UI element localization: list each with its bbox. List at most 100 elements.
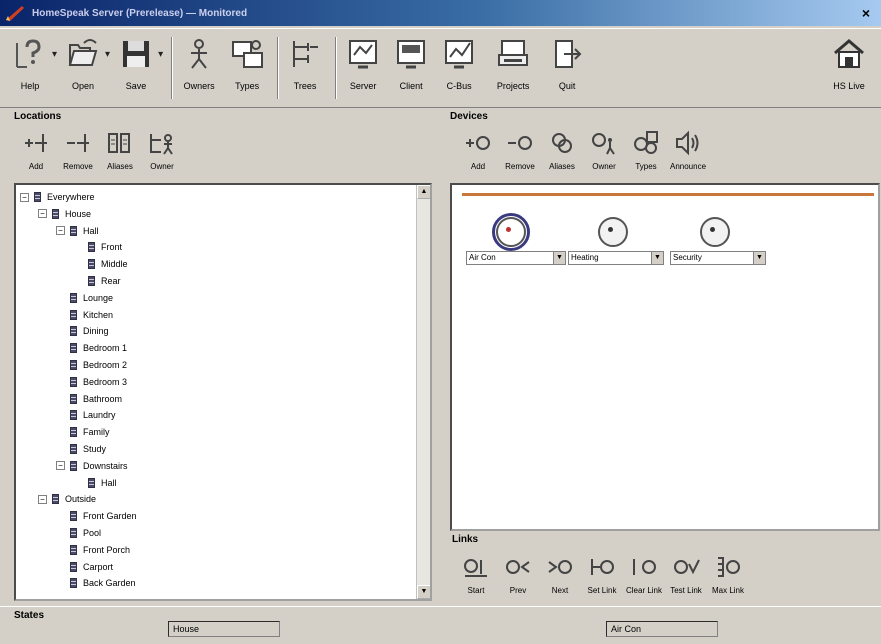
tree-node-label: Dining bbox=[83, 326, 109, 337]
tree-node-label: Everywhere bbox=[47, 192, 95, 202]
tree-node[interactable]: Back Garden bbox=[56, 575, 136, 591]
tree-node[interactable]: − Downstairs bbox=[56, 458, 128, 474]
max-link-button[interactable]: Max Link bbox=[708, 552, 748, 595]
help-button[interactable]: Help bbox=[8, 37, 52, 91]
devices-canvas[interactable]: Air Con ▼ Heating ▼ Security ▼ bbox=[450, 183, 880, 531]
tree-node[interactable]: Front bbox=[74, 239, 122, 255]
max-link-icon bbox=[718, 557, 740, 577]
types-icon bbox=[232, 40, 264, 68]
scroll-up-button[interactable]: ▲ bbox=[417, 185, 430, 199]
chevron-down-icon[interactable]: ▼ bbox=[553, 252, 565, 264]
aircon-knob-icon[interactable] bbox=[492, 213, 530, 251]
chevron-down-icon[interactable]: ▼ bbox=[753, 252, 765, 264]
tree-node[interactable]: Front Porch bbox=[56, 542, 130, 558]
help-label: Help bbox=[20, 81, 40, 91]
add-device-button[interactable]: Add bbox=[458, 128, 498, 171]
tree-node[interactable]: Bedroom 1 bbox=[56, 340, 127, 356]
add-location-button[interactable]: Add bbox=[16, 128, 56, 171]
scroll-down-button[interactable]: ▼ bbox=[417, 585, 430, 599]
location-icon bbox=[70, 393, 77, 404]
start-link-label: Start bbox=[467, 586, 485, 595]
owner-button[interactable]: Owner bbox=[142, 128, 182, 171]
tree-node[interactable]: − Outside bbox=[38, 491, 96, 507]
tree-node[interactable]: Bathroom bbox=[56, 391, 122, 407]
location-icon bbox=[70, 225, 77, 236]
client-button[interactable]: Client bbox=[389, 37, 433, 91]
remove-device-button[interactable]: Remove bbox=[500, 128, 540, 171]
tree-node[interactable]: Pool bbox=[56, 525, 101, 541]
device-types-button[interactable]: Types bbox=[626, 128, 666, 171]
remove-location-button[interactable]: Remove bbox=[58, 128, 98, 171]
tree-node-label: Hall bbox=[83, 225, 99, 236]
tree-toggle-icon[interactable]: − bbox=[38, 494, 47, 504]
tree-node-label: Laundry bbox=[83, 410, 116, 421]
tree-toggle-icon[interactable]: − bbox=[38, 209, 47, 219]
server-button[interactable]: Server bbox=[341, 37, 385, 91]
links-title: Links bbox=[452, 534, 479, 545]
tree-node[interactable]: Study bbox=[56, 441, 106, 457]
tree-node[interactable]: Bedroom 2 bbox=[56, 357, 127, 373]
tree-node[interactable]: Laundry bbox=[56, 407, 116, 423]
tree-toggle-icon[interactable]: − bbox=[20, 192, 29, 202]
status-location-field: House bbox=[168, 621, 280, 637]
tree-node[interactable]: Family bbox=[56, 424, 110, 440]
location-icon bbox=[70, 309, 77, 320]
indicator-dot bbox=[608, 227, 613, 232]
types-button[interactable]: Types bbox=[225, 37, 269, 91]
hs-live-button[interactable]: HS Live bbox=[827, 37, 871, 91]
aircon-value: Air Con bbox=[469, 253, 496, 262]
chevron-down-icon[interactable]: ▼ bbox=[651, 252, 663, 264]
prev-link-button[interactable]: Prev bbox=[498, 552, 538, 595]
owner-label: Owner bbox=[150, 162, 174, 171]
tree-node[interactable]: Kitchen bbox=[56, 307, 113, 323]
device-aliases-button[interactable]: Aliases bbox=[542, 128, 582, 171]
tree-node[interactable]: Hall bbox=[74, 475, 117, 491]
security-knob-icon[interactable] bbox=[700, 217, 730, 247]
device-owner-button[interactable]: Owner bbox=[584, 128, 624, 171]
quit-button[interactable]: Quit bbox=[545, 37, 589, 91]
tree-node[interactable]: Middle bbox=[74, 256, 128, 272]
open-dropdown-icon[interactable]: ▾ bbox=[105, 49, 110, 60]
test-link-button[interactable]: Test Link bbox=[666, 552, 706, 595]
tree-node[interactable]: Rear bbox=[74, 273, 121, 289]
tree-toggle-icon[interactable]: − bbox=[56, 461, 65, 471]
locations-tree[interactable]: ▲ ▼ − Everywhere − House − Hall Front Middle Rea… bbox=[14, 183, 432, 601]
security-select[interactable]: Security ▼ bbox=[670, 251, 766, 265]
tree-node[interactable]: Lounge bbox=[56, 290, 113, 306]
aliases-button[interactable]: Aliases bbox=[100, 128, 140, 171]
tree-node[interactable]: − House bbox=[38, 206, 91, 222]
start-link-button[interactable]: Start bbox=[456, 552, 496, 595]
tree-toggle-icon[interactable]: − bbox=[56, 226, 65, 236]
set-link-button[interactable]: Set Link bbox=[582, 552, 622, 595]
location-icon bbox=[70, 427, 77, 438]
heating-select[interactable]: Heating ▼ bbox=[568, 251, 664, 265]
tree-node[interactable]: − Everywhere bbox=[20, 189, 95, 205]
help-icon bbox=[16, 39, 41, 68]
add-location-label: Add bbox=[28, 162, 44, 171]
projects-button[interactable]: Projects bbox=[485, 37, 541, 91]
announce-button[interactable]: Announce bbox=[668, 128, 708, 171]
tree-node[interactable]: Dining bbox=[56, 323, 109, 339]
owners-button[interactable]: Owners bbox=[177, 37, 221, 91]
locations-scrollbar[interactable]: ▲ ▼ bbox=[416, 185, 430, 599]
tree-node[interactable]: Bedroom 3 bbox=[56, 374, 127, 390]
close-button[interactable]: × bbox=[857, 4, 875, 22]
devices-title: Devices bbox=[450, 111, 488, 122]
tree-node[interactable]: Front Garden bbox=[56, 508, 137, 524]
clear-link-button[interactable]: Clear Link bbox=[624, 552, 664, 595]
save-dropdown-icon[interactable]: ▾ bbox=[158, 49, 163, 60]
save-button[interactable]: Save bbox=[114, 37, 158, 91]
trees-button[interactable]: Trees bbox=[283, 37, 327, 91]
tree-node[interactable]: − Hall bbox=[56, 223, 99, 239]
open-label: Open bbox=[72, 81, 95, 91]
open-button[interactable]: Open bbox=[61, 37, 105, 91]
main-toolbar: Help ▾ Open ▾ Save ▾ Owners Types Trees … bbox=[0, 28, 881, 108]
aircon-select[interactable]: Air Con ▼ bbox=[466, 251, 566, 265]
device-owner-icon bbox=[592, 133, 615, 155]
next-link-button[interactable]: Next bbox=[540, 552, 580, 595]
tree-node[interactable]: Carport bbox=[56, 559, 113, 575]
help-dropdown-icon[interactable]: ▾ bbox=[52, 49, 57, 60]
heating-knob-icon[interactable] bbox=[598, 217, 628, 247]
test-link-label: Test Link bbox=[670, 586, 702, 595]
cbus-button[interactable]: C-Bus bbox=[437, 37, 481, 91]
